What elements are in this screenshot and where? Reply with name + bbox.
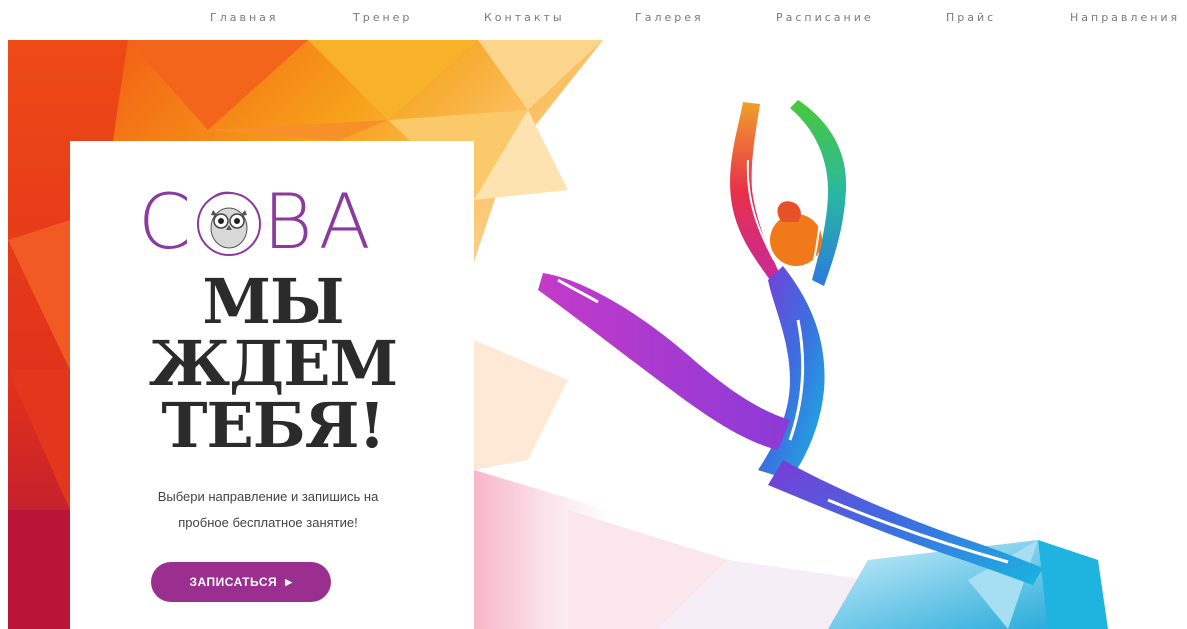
- brand-logo: СОВА: [138, 181, 400, 263]
- nav-link-schedule[interactable]: Расписание: [776, 11, 874, 24]
- hero-subtext: Выбери направление и запишись на пробное…: [118, 484, 418, 536]
- subtext-line-1: Выбери направление и запишись на: [157, 489, 379, 504]
- headline-line-3: ТЕБЯ!: [161, 389, 385, 462]
- headline-line-2: ЖДЕМ: [148, 327, 398, 400]
- hero-headline: МЫ ЖДЕМ ТЕБЯ!: [128, 271, 418, 457]
- owl-icon: [197, 192, 261, 256]
- promo-card: СОВА МЫ ЖДЕМ ТЕБЯ! Выбери направление и …: [70, 141, 474, 629]
- signup-button-label: ЗАПИСАТЬСЯ: [189, 575, 278, 589]
- nav-link-directions[interactable]: Направления: [1070, 11, 1180, 24]
- nav-link-price[interactable]: Прайс: [946, 11, 996, 24]
- logo-wordmark: СОВА: [138, 181, 400, 263]
- dancer-illustration: [538, 100, 1043, 585]
- subtext-line-2: пробное бесплатное занятие!: [178, 515, 358, 530]
- signup-button[interactable]: ЗАПИСАТЬСЯ ▶: [151, 562, 331, 602]
- top-navigation: Главная Тренер Контакты Галерея Расписан…: [0, 0, 1187, 40]
- nav-link-home[interactable]: Главная: [210, 11, 279, 24]
- nav-link-contacts[interactable]: Контакты: [484, 11, 565, 24]
- nav-link-trainer[interactable]: Тренер: [353, 11, 412, 24]
- caret-right-icon: ▶: [285, 576, 293, 587]
- nav-link-gallery[interactable]: Галерея: [635, 11, 704, 24]
- hero-section: СОВА МЫ ЖДЕМ ТЕБЯ! Выбери направление и …: [8, 40, 1187, 629]
- headline-line-1: МЫ: [202, 265, 344, 338]
